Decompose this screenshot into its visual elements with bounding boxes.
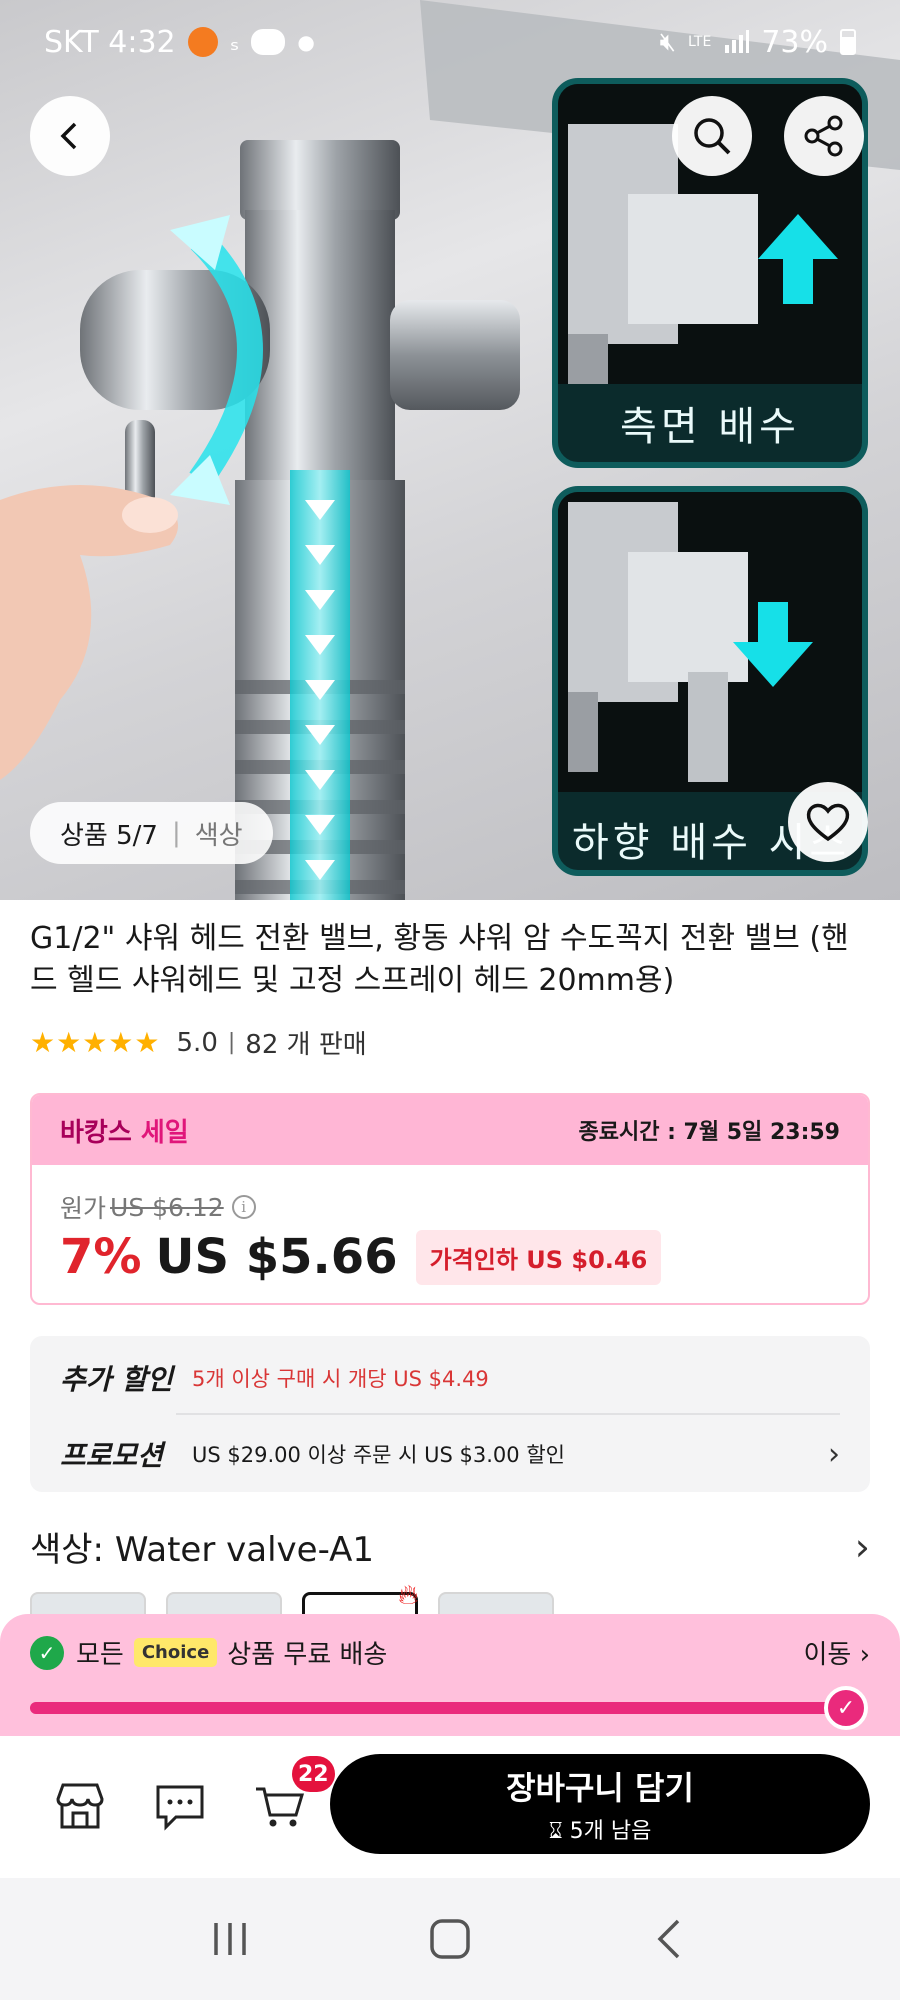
chevron-left-icon <box>60 122 77 150</box>
free-shipping-text: 상품 무료 배송 <box>227 1640 388 1670</box>
extra-discount-row: 추가 할인 5개 이상 구매 시 개당 US $4.49 <box>60 1358 840 1398</box>
product-title: G1/2" 샤워 헤드 전환 밸브, 황동 샤워 암 수도꼭지 전환 밸브 (핸… <box>30 921 849 998</box>
status-bar: SKT 4:32 ₛ ● 🔇︎ LTE 73% <box>0 0 900 84</box>
more-dot-icon: ● <box>297 30 315 54</box>
stock-remaining: ⌛︎ 5개 남음 <box>549 1813 652 1845</box>
carrier-time: SKT 4:32 <box>44 24 176 60</box>
sale-header: 바캉스 세일 종료시간 : 7월 5일 23:59 <box>32 1095 868 1165</box>
extra-discount-label: 추가 할인 <box>60 1363 173 1396</box>
hourglass-icon: ⌛︎ <box>548 1819 563 1844</box>
talk-icon <box>251 29 286 55</box>
recent-apps-icon <box>214 1923 246 1955</box>
price-row: 7% US $5.66 가격인하 US $0.46 <box>60 1229 662 1285</box>
rating-divider: | <box>227 1030 236 1055</box>
go-link[interactable]: 이동 › <box>803 1634 870 1671</box>
system-back-icon <box>657 1919 680 1959</box>
cart-count-badge: 22 <box>292 1756 335 1792</box>
search-button[interactable] <box>672 96 752 176</box>
battery-label: 73% <box>761 24 828 60</box>
original-price-label: 원가 <box>60 1194 107 1223</box>
rating-value: 5.0 <box>176 1027 218 1058</box>
gallery-counter: 상품 5/7 <box>60 820 158 851</box>
pill-divider: | <box>171 818 181 848</box>
sale-price-box: 바캉스 세일 종료시간 : 7월 5일 23:59 원가 US $6.12 i … <box>30 1093 870 1305</box>
add-to-cart-button[interactable]: 장바구니 담기 ⌛︎ 5개 남음 <box>330 1754 870 1854</box>
chevron-right-icon: › <box>828 1436 840 1472</box>
signal-icon <box>725 30 750 53</box>
notification-small-icon: ₛ <box>229 27 240 57</box>
color-label: 색상: Water valve-A1 <box>30 1530 374 1570</box>
wishlist-button[interactable] <box>788 782 868 862</box>
battery-icon <box>840 29 856 55</box>
promotion-value: US $29.00 이상 주문 시 US $3.00 할인 <box>192 1443 565 1467</box>
system-navigation-bar <box>0 1878 900 2000</box>
promotion-box[interactable]: 추가 할인 5개 이상 구매 시 개당 US $4.49 프로모션 US $29… <box>30 1336 870 1492</box>
add-to-cart-label: 장바구니 담기 <box>506 1769 694 1807</box>
shipping-progress-track: ✓ <box>30 1686 868 1730</box>
extra-discount-value: 5개 이상 구매 시 개당 US $4.49 <box>192 1367 489 1391</box>
product-image-gallery[interactable]: 측면 배수 하향 배수 시스 SKT 4:32 ₛ ● 🔇︎ LTE 73% 상… <box>0 0 900 900</box>
promo-divider <box>176 1413 840 1415</box>
mute-icon: 🔇︎ <box>659 26 677 57</box>
back-button[interactable] <box>30 96 110 176</box>
notification-app-icon <box>187 27 218 57</box>
rating-row[interactable]: ★★★★★ 5.0 | 82 개 판매 <box>30 1024 367 1061</box>
chat-button[interactable] <box>150 1776 210 1836</box>
chevron-right-icon: › <box>854 1524 870 1569</box>
hot-fire-icon: 🔥︎ <box>398 1578 419 1611</box>
store-button[interactable] <box>50 1776 110 1836</box>
choice-badge: Choice <box>133 1638 218 1667</box>
sale-name: 바캉스 세일 <box>60 1112 189 1149</box>
original-price: US $6.12 <box>110 1192 224 1222</box>
home-button[interactable] <box>420 1909 480 1969</box>
system-back-button[interactable] <box>640 1909 700 1969</box>
chevron-right-icon: › <box>859 1640 870 1670</box>
cart-icon <box>256 1787 305 1827</box>
free-shipping-prefix: 모든 <box>76 1640 124 1670</box>
progress-check-icon: ✓ <box>824 1686 868 1730</box>
sale-name-part2: 세일 <box>140 1117 189 1148</box>
home-icon <box>430 1919 470 1959</box>
share-button[interactable] <box>784 96 864 176</box>
promotion-row[interactable]: 프로모션 US $29.00 이상 주문 시 US $3.00 할인 › <box>60 1434 840 1474</box>
bottom-action-bar: 22 장바구니 담기 ⌛︎ 5개 남음 <box>0 1736 900 1878</box>
sale-price: US $5.66 <box>155 1229 398 1285</box>
valve-down-illustration <box>558 492 862 792</box>
share-icon <box>804 115 843 157</box>
heart-icon <box>806 803 850 842</box>
gallery-tab-color[interactable]: 색상 <box>195 815 243 852</box>
sale-name-part1: 바캉스 <box>60 1117 132 1148</box>
star-rating-icon: ★★★★★ <box>30 1026 161 1059</box>
color-selector-row[interactable]: 색상: Water valve-A1 › <box>30 1522 870 1571</box>
promotion-label: 프로모션 <box>60 1439 164 1472</box>
gallery-counter-pill[interactable]: 상품 5/7 | 색상 <box>30 802 273 864</box>
free-shipping-banner[interactable]: ✓ 모든 Choice 상품 무료 배송 이동 › ✓ <box>0 1614 900 1736</box>
stock-remaining-label: 5개 남음 <box>569 1819 652 1844</box>
check-icon: ✓ <box>30 1635 64 1670</box>
recent-apps-button[interactable] <box>200 1909 260 1969</box>
shipping-progress-fill <box>30 1702 860 1714</box>
network-label: LTE <box>688 34 712 50</box>
side-drain-label: 측면 배수 <box>620 404 800 450</box>
price-drop-tag: 가격인하 US $0.46 <box>415 1229 662 1285</box>
free-shipping-row: ✓ 모든 Choice 상품 무료 배송 이동 › <box>30 1634 870 1671</box>
sale-end-time: 종료시간 : 7월 5일 23:59 <box>578 1120 840 1145</box>
store-icon <box>56 1783 104 1829</box>
original-price-row: 원가 US $6.12 i <box>60 1189 256 1225</box>
discount-percent: 7% <box>60 1229 142 1285</box>
chat-icon <box>156 1785 204 1831</box>
sold-count: 82 개 판매 <box>245 1030 367 1060</box>
info-icon[interactable]: i <box>231 1195 256 1219</box>
go-label: 이동 <box>803 1640 852 1670</box>
search-icon <box>694 118 731 155</box>
